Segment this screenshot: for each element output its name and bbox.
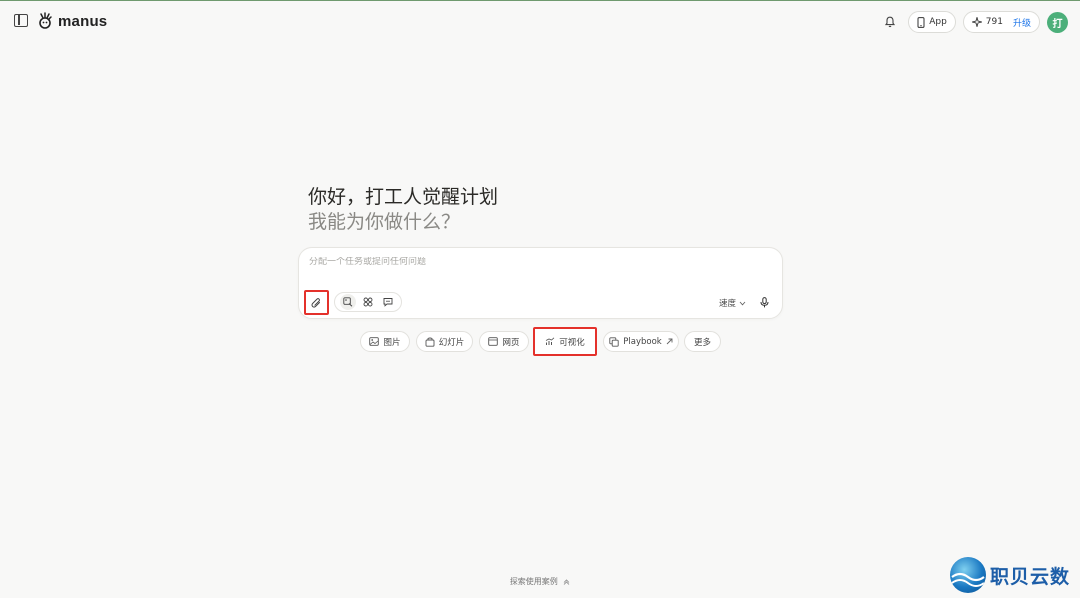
chip-playbook[interactable]: Playbook bbox=[603, 331, 679, 352]
avatar[interactable]: 打 bbox=[1047, 11, 1068, 33]
chip-image-label: 图片 bbox=[383, 337, 401, 348]
chip-more-label: 更多 bbox=[693, 337, 711, 348]
explore-label: 探索使用案例 bbox=[509, 577, 558, 586]
credits-count: 791 bbox=[985, 17, 1003, 27]
bell-icon[interactable] bbox=[879, 11, 901, 33]
attach-button[interactable] bbox=[304, 290, 329, 315]
chat-icon[interactable] bbox=[380, 294, 396, 310]
speed-selector[interactable]: 速度 bbox=[719, 297, 746, 309]
phone-icon bbox=[917, 16, 925, 28]
app-label: App bbox=[929, 17, 947, 27]
greeting: 你好，打工人觉醒计划 我能为你做什么？ bbox=[308, 185, 498, 235]
copy-icon bbox=[609, 336, 619, 347]
chip-image[interactable]: 图片 bbox=[360, 331, 410, 352]
sidebar-toggle-icon[interactable] bbox=[14, 14, 28, 27]
arrow-up-right-icon bbox=[666, 338, 673, 345]
greeting-subtitle: 我能为你做什么？ bbox=[308, 211, 461, 233]
chevron-up-icon bbox=[563, 578, 570, 585]
chip-webpage[interactable]: 网页 bbox=[479, 331, 529, 352]
suggestion-chips: 图片 幻灯片 网页 可视化 Playbook 更多 bbox=[0, 327, 1080, 356]
chip-more[interactable]: 更多 bbox=[684, 331, 721, 352]
upgrade-link[interactable]: 升级 bbox=[1013, 16, 1031, 29]
slides-icon bbox=[425, 337, 435, 347]
connectors-icon[interactable] bbox=[360, 294, 376, 310]
image-icon bbox=[369, 337, 380, 346]
chip-visualization[interactable]: 可视化 bbox=[533, 327, 597, 356]
logo[interactable]: manus bbox=[37, 12, 107, 30]
paperclip-icon bbox=[311, 297, 320, 308]
task-composer: 速度 bbox=[298, 247, 783, 319]
chip-slides[interactable]: 幻灯片 bbox=[416, 331, 473, 352]
chip-playbook-label: Playbook bbox=[623, 336, 662, 347]
header-actions: App 791 升级 打 bbox=[879, 11, 1068, 33]
greeting-title: 你好，打工人觉醒计划 bbox=[308, 186, 499, 208]
logo-text: manus bbox=[58, 12, 108, 30]
image-search-icon[interactable] bbox=[340, 294, 356, 310]
task-input[interactable] bbox=[309, 257, 769, 267]
microphone-icon[interactable] bbox=[756, 294, 772, 310]
chip-slides-label: 幻灯片 bbox=[438, 337, 465, 348]
chip-visualization-label: 可视化 bbox=[559, 337, 585, 348]
manus-logo-icon bbox=[39, 12, 52, 29]
tool-selector bbox=[334, 292, 402, 312]
webpage-icon bbox=[488, 337, 499, 346]
chip-webpage-label: 网页 bbox=[502, 337, 520, 348]
chip-visualization-inner: 可视化 bbox=[545, 336, 585, 348]
explore-use-cases[interactable]: 探索使用案例 bbox=[0, 576, 1080, 587]
sparkle-icon bbox=[971, 17, 982, 27]
chevron-down-icon bbox=[739, 301, 746, 305]
watermark-text: 职贝云数 bbox=[990, 565, 1071, 588]
top-bar: manus App 791 升级 打 bbox=[0, 1, 1080, 43]
speed-label: 速度 bbox=[718, 299, 736, 309]
watermark: 职贝云数 bbox=[950, 554, 1076, 596]
watermark-logo-icon bbox=[950, 557, 986, 593]
credits-button[interactable]: 791 升级 bbox=[962, 11, 1040, 33]
app-button[interactable]: App bbox=[908, 11, 956, 33]
chart-icon bbox=[546, 337, 555, 345]
